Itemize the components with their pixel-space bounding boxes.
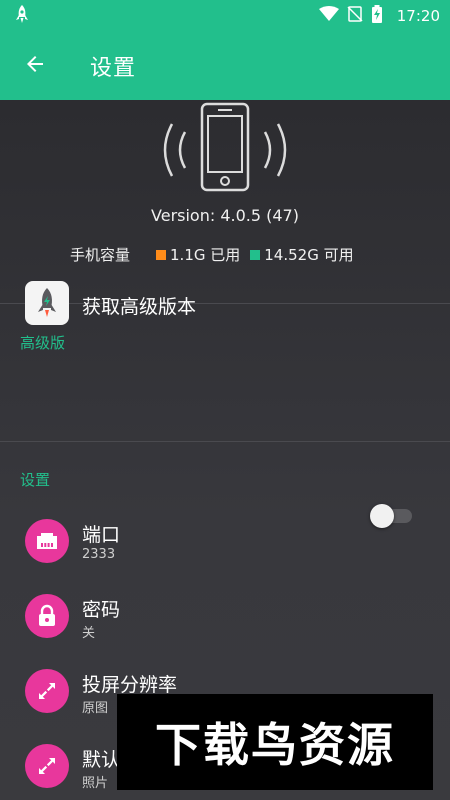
setting-value-password: 关 [82,626,96,641]
setting-title-password: 密码 [82,599,121,621]
back-button[interactable] [0,32,70,100]
wifi-icon [318,6,339,26]
setting-value-default: 照片 [82,776,109,791]
watermark-banner: 下载鸟资源 [117,694,433,790]
storage-free: 14.52G 可用 [250,244,354,265]
expand-arrows-icon [25,744,69,788]
setting-title-resolution: 投屏分辨率 [82,674,178,696]
password-toggle[interactable] [370,504,412,528]
free-legend-square [250,249,261,260]
storage-info: 手机容量 1.1G 已用 14.52G 可用 [70,244,364,265]
rocket-icon [14,4,30,28]
setting-title-port: 端口 [82,524,121,546]
battery-charging-icon [371,5,383,27]
premium-app-icon [25,281,69,325]
ethernet-port-icon [25,519,69,563]
no-sim-icon [347,6,363,26]
lock-icon [25,594,69,638]
setting-value-resolution: 原图 [82,701,109,716]
toggle-thumb [370,504,394,528]
version-text: Version: 4.0.5 (47) [151,206,299,225]
arrow-left-icon [23,52,47,80]
section-header-premium: 高级版 [20,334,66,352]
storage-label: 手机容量 [70,246,131,264]
setting-value-port: 2333 [82,547,116,562]
setting-title-default: 默认 [82,749,121,771]
section-header-settings: 设置 [20,471,51,489]
page-title: 设置 [90,56,137,81]
get-premium-item[interactable] [0,368,450,438]
toolbar: 设置 [0,32,450,100]
status-bar: 17:20 [0,0,450,32]
get-premium-label: 获取高级版本 [82,296,197,318]
expand-arrows-icon [25,669,69,713]
storage-free-text: 14.52G 可用 [264,246,354,264]
used-legend-square [156,249,167,260]
storage-used-text: 1.1G 已用 [170,246,241,264]
phone-vibrate-icon [0,100,450,200]
divider [0,441,450,442]
watermark-text: 下载鸟资源 [155,718,395,772]
status-time: 17:20 [396,7,440,25]
storage-used: 1.1G 已用 [156,244,240,265]
